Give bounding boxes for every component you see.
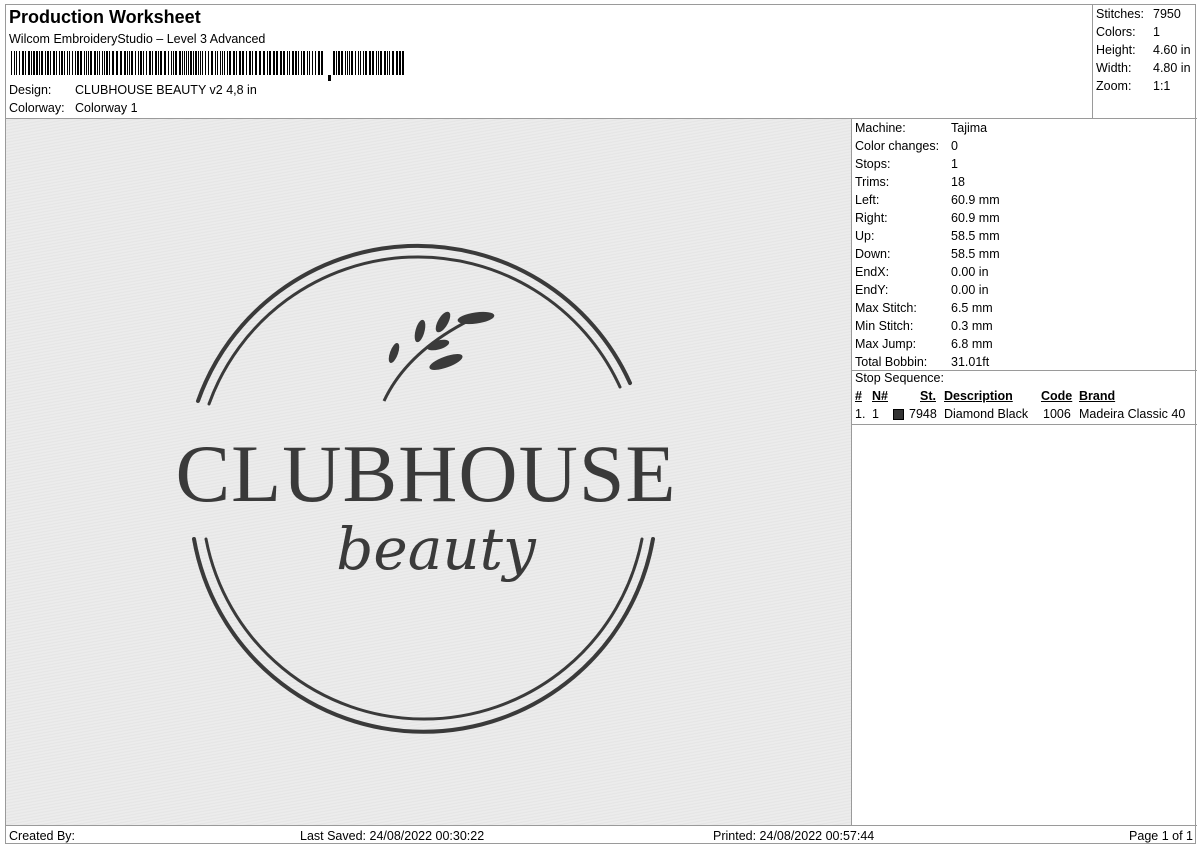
col-num: N# — [872, 389, 888, 403]
worksheet-title: Production Worksheet — [9, 7, 201, 27]
info-row: Machine: Tajima — [855, 121, 987, 139]
stat-label: Width: — [1096, 61, 1132, 75]
info-label: Down: — [855, 247, 891, 261]
info-label: Total Bobbin: — [855, 355, 928, 369]
info-value: 31.01ft — [951, 355, 990, 369]
info-row: Max Jump: 6.8 mm — [855, 337, 993, 355]
info-row: Down: 58.5 mm — [855, 247, 1000, 265]
info-value: 0 — [951, 139, 958, 153]
colorway-value: Colorway 1 — [75, 101, 138, 115]
stat-label: Zoom: — [1096, 79, 1132, 93]
info-value: 0.3 mm — [951, 319, 993, 333]
stat-stitches: Stitches: 7950 — [1096, 7, 1181, 25]
stat-label: Stitches: — [1096, 7, 1144, 21]
info-value: 58.5 mm — [951, 247, 1000, 261]
info-label: Machine: — [855, 121, 906, 135]
stop-sequence-header: # N# St. Description Code Brand — [852, 389, 1197, 407]
info-label: Up: — [855, 229, 875, 243]
stat-label: Colors: — [1096, 25, 1136, 39]
stat-value: 1 — [1153, 25, 1160, 39]
info-label: Min Stitch: — [855, 319, 914, 333]
info-row: Up: 58.5 mm — [855, 229, 1000, 247]
info-row: Min Stitch: 0.3 mm — [855, 319, 993, 337]
info-value: 18 — [951, 175, 965, 189]
info-row: Trims: 18 — [855, 175, 965, 193]
software-name: Wilcom EmbroideryStudio – Level 3 Advanc… — [9, 32, 266, 46]
info-label: Max Jump: — [855, 337, 917, 351]
info-label: EndY: — [855, 283, 889, 297]
info-value: 1 — [951, 157, 958, 171]
stats-panel: Stitches: 7950 Colors: 1 Height: 4.60 in Wi… — [1092, 5, 1197, 119]
clubhouse-text: CLUBHOUSE — [175, 428, 676, 519]
info-row: Total Bobbin: 31.01ft — [855, 355, 989, 373]
info-label: Trims: — [855, 175, 890, 189]
info-label: Left: — [855, 193, 880, 207]
stat-value: 7950 — [1153, 7, 1181, 21]
info-row: EndX: 0.00 in — [855, 265, 989, 283]
stat-zoom: Zoom: 1:1 — [1096, 79, 1170, 97]
info-value: 6.8 mm — [951, 337, 993, 351]
info-value: 60.9 mm — [951, 211, 1000, 225]
col-brand: Brand — [1079, 389, 1116, 403]
design-label: Design: — [9, 83, 52, 97]
worksheet-footer: Created By: Last Saved: 24/08/2022 00:30… — [6, 825, 1197, 845]
row-idx: 1. — [855, 407, 866, 421]
row-num: 1 — [872, 407, 879, 421]
stop-sequence-title: Stop Sequence: — [855, 371, 944, 385]
colorway-row: Colorway: Colorway 1 — [9, 101, 138, 115]
row-code: 1006 — [1043, 407, 1071, 421]
color-swatch — [893, 409, 904, 420]
design-row: Design: CLUBHOUSE BEAUTY v2 4,8 in — [9, 83, 257, 97]
beauty-script-text: beauty — [336, 515, 537, 583]
info-label: Max Stitch: — [855, 301, 917, 315]
created-by: Created By: — [9, 829, 76, 843]
embroidery-design: CLUBHOUSE beauty — [175, 243, 676, 734]
info-label: Stops: — [855, 157, 891, 171]
info-value: 6.5 mm — [951, 301, 993, 315]
design-preview: CLUBHOUSE beauty — [6, 119, 852, 825]
stat-value: 4.60 in — [1153, 43, 1191, 57]
page-number: Page 1 of 1 — [1129, 829, 1193, 843]
info-value: Tajima — [951, 121, 988, 135]
stat-height: Height: 4.60 in — [1096, 43, 1191, 61]
info-label: EndX: — [855, 265, 890, 279]
info-row: Right: 60.9 mm — [855, 211, 1000, 229]
info-value: 0.00 in — [951, 265, 989, 279]
design-value: CLUBHOUSE BEAUTY v2 4,8 in — [75, 83, 257, 97]
row-description: Diamond Black — [944, 407, 1029, 421]
info-label: Color changes: — [855, 139, 940, 153]
info-label: Right: — [855, 211, 888, 225]
stat-colors: Colors: 1 — [1096, 25, 1160, 43]
divider — [852, 424, 1197, 425]
info-row: Stops: 1 — [855, 157, 958, 175]
barcode — [11, 51, 404, 81]
printed-date: Printed: 24/08/2022 00:57:44 — [713, 829, 875, 843]
stat-width: Width: 4.80 in — [1096, 61, 1191, 79]
table-row: 1. 1 7948 Diamond Black 1006 Madeira Cla… — [852, 407, 1197, 425]
stat-value: 1:1 — [1153, 79, 1171, 93]
col-stitches: St. — [920, 389, 936, 403]
last-saved: Last Saved: 24/08/2022 00:30:22 — [300, 829, 485, 843]
row-brand: Madeira Classic 40 — [1079, 407, 1186, 421]
info-row: Max Stitch: 6.5 mm — [855, 301, 993, 319]
info-row: EndY: 0.00 in — [855, 283, 989, 301]
col-idx: # — [855, 389, 862, 403]
col-code: Code — [1041, 389, 1073, 403]
info-row: Left: 60.9 mm — [855, 193, 1000, 211]
info-value: 58.5 mm — [951, 229, 1000, 243]
worksheet: Production Worksheet Wilcom EmbroiderySt… — [5, 4, 1197, 845]
info-value: 60.9 mm — [951, 193, 1000, 207]
info-row: Color changes: 0 — [855, 139, 958, 157]
leaf-sprig-icon — [382, 311, 495, 402]
col-description: Description — [944, 389, 1013, 403]
worksheet-header: Production Worksheet Wilcom EmbroiderySt… — [6, 5, 1092, 119]
info-value: 0.00 in — [951, 283, 989, 297]
colorway-label: Colorway: — [9, 101, 65, 115]
stat-label: Height: — [1096, 43, 1136, 57]
stat-value: 4.80 in — [1153, 61, 1191, 75]
row-stitches: 7948 — [909, 407, 937, 421]
machine-info-panel: Stop Sequence: # N# St. Description Code… — [852, 119, 1197, 825]
